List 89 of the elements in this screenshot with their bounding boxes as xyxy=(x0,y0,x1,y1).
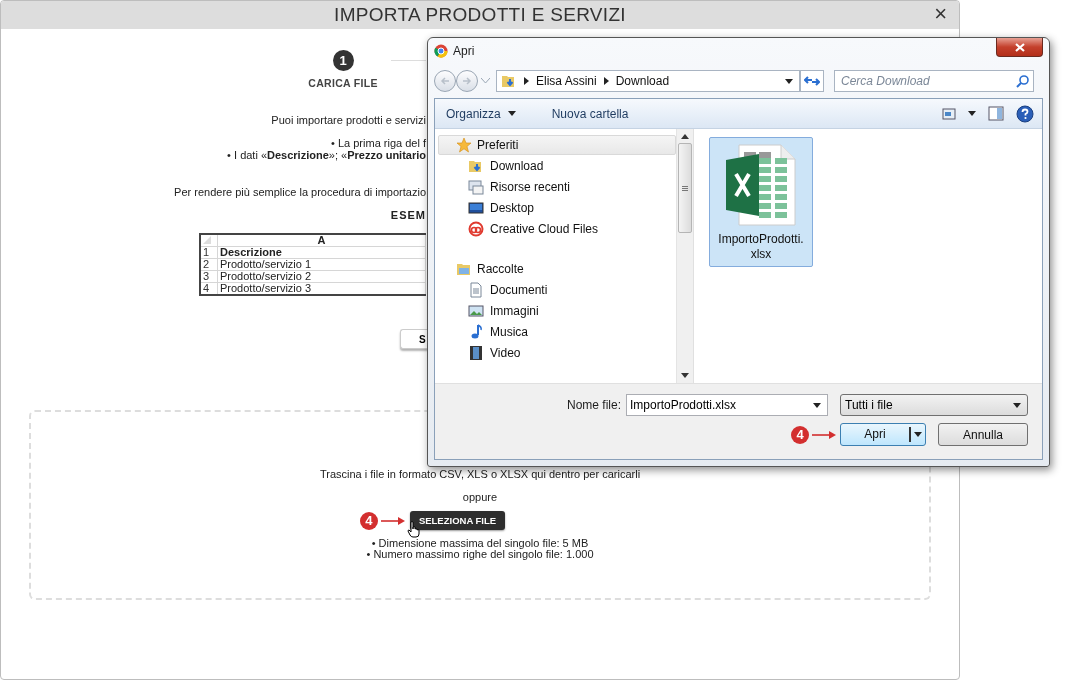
file-name-label: Nome file: xyxy=(566,398,621,412)
forward-button[interactable] xyxy=(456,70,478,92)
browser-icon xyxy=(434,44,448,58)
document-icon xyxy=(468,281,484,298)
library-icon xyxy=(456,261,472,277)
table-cell: Descrizione xyxy=(217,246,426,259)
chevron-right-icon xyxy=(524,77,529,85)
nav-item[interactable]: Video xyxy=(438,342,676,363)
film-icon xyxy=(468,344,484,361)
search-icon xyxy=(1016,74,1029,88)
grip-icon xyxy=(682,185,688,191)
corner-icon xyxy=(203,236,211,244)
caret-icon xyxy=(1013,402,1021,408)
breadcrumb[interactable]: Elisa Assini xyxy=(536,74,597,88)
nav-item[interactable]: Creative Cloud Files xyxy=(438,218,676,239)
nav-item[interactable]: Download xyxy=(438,155,676,176)
select-file-button[interactable]: SELEZIONA FILE xyxy=(409,511,506,530)
toolbar-button[interactable]: Organizza xyxy=(443,106,519,121)
row-number: 3 xyxy=(200,270,218,283)
chevron-right-icon xyxy=(603,77,609,85)
image-icon xyxy=(468,302,484,319)
dialog-title: Apri xyxy=(453,44,475,58)
file-type-dropdown[interactable]: Tutti i file xyxy=(840,394,1028,416)
step-number: 1 xyxy=(332,50,354,71)
file-name: ImportoProdotti.xlsx xyxy=(717,232,805,262)
arrow-icon xyxy=(811,429,837,440)
step-badge: 4 xyxy=(359,511,378,530)
download-example-button[interactable]: S xyxy=(400,329,428,349)
close-button[interactable] xyxy=(996,38,1043,57)
nav-group[interactable]: Raccolte xyxy=(438,259,676,279)
instruction-text: • La prima riga del f xyxy=(330,137,426,149)
refresh-icon xyxy=(804,75,820,87)
close-icon xyxy=(1014,42,1025,52)
caret-icon xyxy=(813,402,821,408)
nav-item[interactable]: Risorse recenti xyxy=(438,176,676,197)
preview-pane-icon[interactable] xyxy=(988,106,1004,121)
arrow-icon xyxy=(379,515,406,526)
caret-icon[interactable] xyxy=(481,78,490,84)
instruction-text: Puoi importare prodotti e servizi xyxy=(270,114,426,126)
scroll-down-icon[interactable] xyxy=(681,373,689,379)
example-title: ESEM xyxy=(389,209,426,221)
file-name-field[interactable]: ImportoProdotti.xlsx xyxy=(626,394,828,416)
arrow-left-icon xyxy=(440,77,450,85)
view-icon[interactable] xyxy=(942,107,956,120)
table-cell: Prodotto/servizio 1 xyxy=(217,258,426,271)
hand-cursor-icon xyxy=(406,521,421,538)
recent-places-icon xyxy=(468,178,484,195)
arrow-right-icon xyxy=(462,77,472,85)
separator-text: oppure xyxy=(462,491,498,503)
limit-text: • Numero massimo righe del singolo file: 1.000 xyxy=(366,549,594,560)
breadcrumb[interactable]: Download xyxy=(615,74,670,88)
step-label: CARICA FILE xyxy=(308,77,378,89)
close-button[interactable]: × xyxy=(932,3,949,25)
row-number: 2 xyxy=(200,258,218,271)
caret-icon xyxy=(914,432,922,437)
file-item[interactable]: ImportoProdotti.xlsx xyxy=(709,137,813,267)
help-icon[interactable] xyxy=(1016,104,1034,123)
folder-download-icon xyxy=(501,73,517,89)
cancel-button[interactable]: Annulla xyxy=(938,423,1028,446)
nav-item[interactable]: Immagini xyxy=(438,300,676,321)
drop-instruction: Trascina i file in formato CSV, XLS o XLSX qui dentro per caricarli xyxy=(319,468,641,480)
caret-icon xyxy=(968,111,976,116)
nav-item[interactable]: Musica xyxy=(438,321,676,342)
column-header: A xyxy=(217,234,426,247)
desktop-icon xyxy=(468,199,484,216)
nav-group[interactable]: Preferiti xyxy=(438,135,676,155)
row-number: 4 xyxy=(200,282,218,295)
spreadsheet-file-icon xyxy=(725,144,797,226)
scroll-up-icon[interactable] xyxy=(681,134,689,140)
step-badge: 4 xyxy=(791,425,809,444)
nav-item[interactable]: Desktop xyxy=(438,197,676,218)
search-field[interactable]: Cerca Download xyxy=(834,70,1034,92)
open-button[interactable]: Apri xyxy=(840,423,926,446)
refresh-button[interactable] xyxy=(800,70,824,92)
table-cell: Prodotto/servizio 2 xyxy=(217,270,426,283)
limit-text: • Dimensione massima del singolo file: 5 MB xyxy=(371,538,589,549)
instruction-text: • I dati «Descrizione»; «Prezzo unitario xyxy=(226,149,426,161)
search-field[interactable]: Cerca Download xyxy=(841,71,1016,91)
toolbar-button[interactable]: Nuova cartella xyxy=(548,106,632,121)
star-icon xyxy=(456,137,472,153)
back-button[interactable] xyxy=(434,70,456,92)
row-number: 1 xyxy=(200,246,218,259)
instruction-text: Per rendere più semplice la procedura di importazio xyxy=(173,186,426,198)
address-bar[interactable]: Elisa Assini Download xyxy=(496,70,800,92)
caret-icon xyxy=(507,111,516,116)
nav-item[interactable]: Documenti xyxy=(438,279,676,300)
caret-icon xyxy=(785,78,793,84)
modal-title: IMPORTA PRODOTTI E SERVIZI xyxy=(334,4,626,26)
scrollbar[interactable] xyxy=(676,129,693,383)
